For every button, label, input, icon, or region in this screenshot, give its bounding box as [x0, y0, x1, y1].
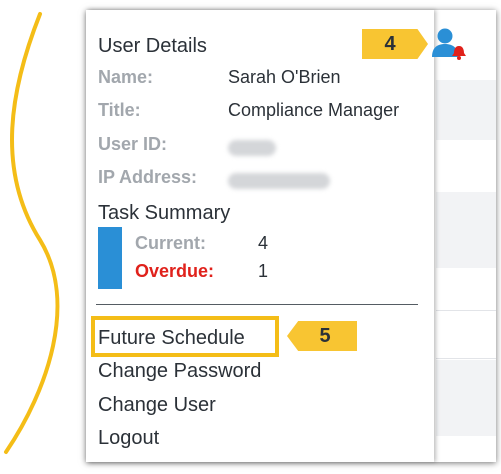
future-schedule-highlight	[91, 316, 279, 357]
task-summary-heading: Task Summary	[98, 202, 231, 224]
title-value: Compliance Manager	[228, 100, 400, 120]
overdue-tasks-count: 1	[258, 261, 269, 281]
user-id-label: User ID:	[98, 134, 168, 154]
logout-link[interactable]: Logout	[98, 427, 159, 450]
decorative-curve	[4, 12, 60, 454]
change-user-link[interactable]: Change User	[98, 394, 216, 417]
task-summary-bar	[98, 227, 122, 289]
user-details-heading: User Details	[98, 35, 207, 57]
ip-address-value-redacted	[228, 173, 330, 189]
current-tasks-count: 4	[258, 233, 269, 253]
title-label: Title:	[98, 100, 141, 120]
current-tasks-label: Current:	[135, 233, 206, 253]
user-id-value-redacted	[228, 140, 276, 156]
user-menu-dropdown: User Details Name: Sarah O'Brien Title: …	[86, 10, 434, 462]
step-5-callout: 5	[287, 321, 357, 351]
user-alert-icon[interactable]	[430, 26, 472, 62]
name-value: Sarah O'Brien	[228, 67, 341, 87]
ip-address-label: IP Address:	[98, 167, 198, 187]
overdue-tasks-label: Overdue:	[135, 261, 215, 281]
change-password-link[interactable]: Change Password	[98, 360, 261, 383]
step-4-callout: 4	[362, 29, 428, 59]
name-label: Name:	[98, 67, 154, 87]
menu-divider	[96, 304, 418, 305]
